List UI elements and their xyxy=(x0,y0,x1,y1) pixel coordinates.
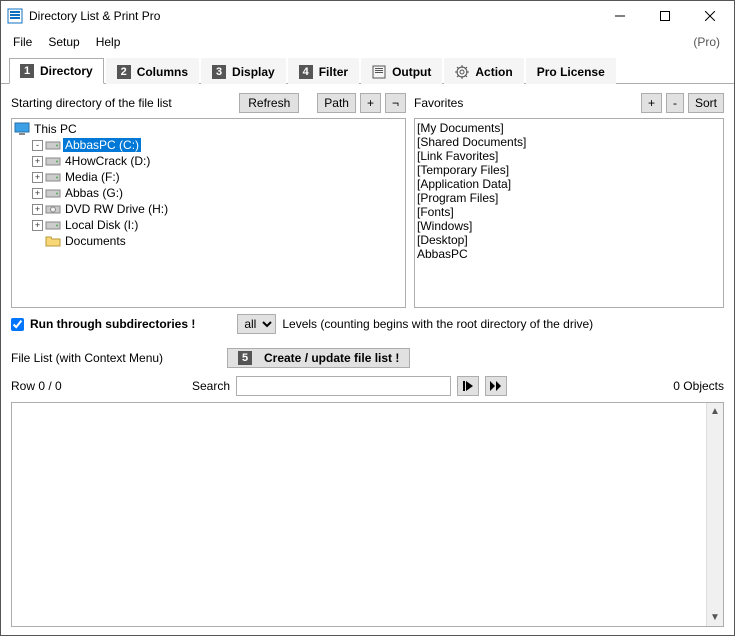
row-count: Row 0 / 0 xyxy=(11,379,186,393)
objects-count: 0 Objects xyxy=(673,379,724,393)
vertical-scrollbar[interactable]: ▲ ▼ xyxy=(706,403,723,626)
create-update-button[interactable]: 5Create / update file list ! xyxy=(227,348,410,368)
starting-dir-label: Starting directory of the file list xyxy=(11,96,235,110)
filelist-label: File List (with Context Menu) xyxy=(11,351,221,365)
close-button[interactable] xyxy=(687,2,732,30)
search-all-button[interactable] xyxy=(485,376,507,396)
menu-setup[interactable]: Setup xyxy=(40,33,87,51)
tree-item[interactable]: + DVD RW Drive (H:) xyxy=(14,201,403,217)
drive-icon xyxy=(45,154,61,168)
favorite-item[interactable]: [Program Files] xyxy=(417,191,721,205)
favorite-item[interactable]: [Desktop] xyxy=(417,233,721,247)
levels-select[interactable]: all xyxy=(237,314,276,334)
levels-label: Levels (counting begins with the root di… xyxy=(282,317,593,331)
tab-output[interactable]: Output xyxy=(361,58,442,84)
drive-icon xyxy=(45,218,61,232)
favorite-item[interactable]: AbbasPC xyxy=(417,247,721,261)
tab-action[interactable]: Action xyxy=(444,58,523,84)
menu-bar: File Setup Help (Pro) xyxy=(1,31,734,53)
tree-item[interactable]: + Local Disk (I:) xyxy=(14,217,403,233)
favorite-item[interactable]: [Temporary Files] xyxy=(417,163,721,177)
refresh-button[interactable]: Refresh xyxy=(239,93,299,113)
favorite-item[interactable]: [Windows] xyxy=(417,219,721,233)
edition-label: (Pro) xyxy=(693,35,730,49)
scroll-down-icon[interactable]: ▼ xyxy=(707,609,723,626)
run-subdirs-checkbox[interactable] xyxy=(11,318,24,331)
fav-minus-button[interactable]: - xyxy=(666,93,684,113)
favorite-item[interactable]: [My Documents] xyxy=(417,121,721,135)
favorite-item[interactable]: [Link Favorites] xyxy=(417,149,721,163)
drive-icon xyxy=(45,170,61,184)
favorite-item[interactable]: [Fonts] xyxy=(417,205,721,219)
tree-label[interactable]: Local Disk (I:) xyxy=(63,218,140,232)
run-subdirs-label: Run through subdirectories ! xyxy=(30,317,195,331)
drive-icon xyxy=(45,138,61,152)
favorite-item[interactable]: [Shared Documents] xyxy=(417,135,721,149)
app-icon xyxy=(7,8,23,24)
tree-label[interactable]: This PC xyxy=(32,122,79,136)
gear-icon xyxy=(455,65,469,79)
maximize-button[interactable] xyxy=(642,2,687,30)
tab-display[interactable]: 3Display xyxy=(201,58,286,84)
fav-plus-button[interactable]: + xyxy=(641,93,662,113)
tree-expander[interactable]: + xyxy=(32,220,43,231)
tab-license[interactable]: Pro License xyxy=(526,58,616,84)
tree-label[interactable]: Documents xyxy=(63,234,128,248)
tree-label[interactable]: AbbasPC (C:) xyxy=(63,138,141,152)
pc-icon xyxy=(14,122,30,136)
search-input[interactable] xyxy=(236,376,451,396)
favorites-label: Favorites xyxy=(414,96,637,110)
tree-item[interactable]: + Media (F:) xyxy=(14,169,403,185)
drive-icon xyxy=(45,186,61,200)
tree-expander[interactable]: + xyxy=(32,188,43,199)
file-list-area[interactable]: ▲ ▼ xyxy=(11,402,724,627)
tab-directory[interactable]: 1Directory xyxy=(9,58,104,84)
title-bar: Directory List & Print Pro xyxy=(1,1,734,31)
tree-item[interactable]: +4HowCrack (D:) xyxy=(14,153,403,169)
tab-columns[interactable]: 2Columns xyxy=(106,58,199,84)
tree-label[interactable]: Media (F:) xyxy=(63,170,122,184)
search-next-button[interactable] xyxy=(457,376,479,396)
tree-item[interactable]: This PC xyxy=(14,121,403,137)
favorite-item[interactable]: [Application Data] xyxy=(417,177,721,191)
path-plus-button[interactable]: + xyxy=(360,93,381,113)
tree-item[interactable]: Documents xyxy=(14,233,403,249)
path-neg-button[interactable]: ¬ xyxy=(385,93,406,113)
menu-help[interactable]: Help xyxy=(88,33,129,51)
scroll-up-icon[interactable]: ▲ xyxy=(707,403,723,420)
minimize-button[interactable] xyxy=(597,2,642,30)
tree-expander[interactable]: + xyxy=(32,172,43,183)
disc-icon xyxy=(45,202,61,216)
tab-filter[interactable]: 4Filter xyxy=(288,58,359,84)
window-title: Directory List & Print Pro xyxy=(29,9,597,23)
path-button[interactable]: Path xyxy=(317,93,356,113)
tree-label[interactable]: DVD RW Drive (H:) xyxy=(63,202,170,216)
tree-label[interactable]: 4HowCrack (D:) xyxy=(63,154,152,168)
tree-expander[interactable]: - xyxy=(32,140,43,151)
menu-file[interactable]: File xyxy=(5,33,40,51)
favorites-list[interactable]: [My Documents][Shared Documents][Link Fa… xyxy=(414,118,724,308)
tree-item[interactable]: - AbbasPC (C:) xyxy=(14,137,403,153)
fav-sort-button[interactable]: Sort xyxy=(688,93,724,113)
output-icon xyxy=(372,65,386,79)
tree-expander[interactable]: + xyxy=(32,204,43,215)
search-label: Search xyxy=(192,379,230,393)
tab-bar: 1Directory 2Columns 3Display 4Filter Out… xyxy=(1,57,734,84)
folder-icon xyxy=(45,234,61,248)
directory-tree[interactable]: This PC-AbbasPC (C:)+4HowCrack (D:)+Medi… xyxy=(11,118,406,308)
tree-expander[interactable]: + xyxy=(32,156,43,167)
tree-item[interactable]: + Abbas (G:) xyxy=(14,185,403,201)
tree-label[interactable]: Abbas (G:) xyxy=(63,186,125,200)
